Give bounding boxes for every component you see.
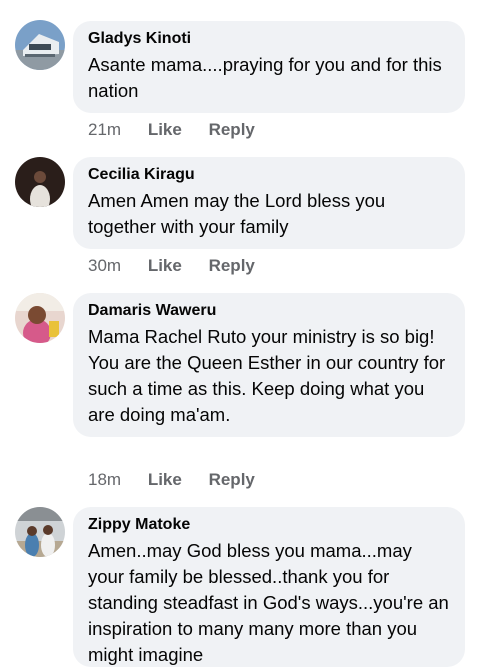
commenter-name[interactable]: Gladys Kinoti bbox=[88, 29, 450, 49]
commenter-name[interactable]: Zippy Matoke bbox=[88, 515, 450, 535]
comment-time[interactable]: 21m bbox=[88, 120, 121, 139]
avatar[interactable] bbox=[15, 20, 65, 70]
couple-photo-icon bbox=[15, 507, 65, 557]
comment-time[interactable]: 18m bbox=[88, 470, 121, 489]
child-photo-icon bbox=[15, 293, 65, 343]
comment-time[interactable]: 30m bbox=[88, 256, 121, 275]
comment-text: Amen Amen may the Lord bless you togethe… bbox=[88, 190, 391, 237]
reply-button[interactable]: Reply bbox=[209, 256, 255, 275]
reply-button[interactable]: Reply bbox=[209, 120, 255, 139]
comment-bubble: Zippy Matoke Amen..may God bless you mam… bbox=[73, 507, 465, 667]
comment-text: Asante mama....praying for you and for t… bbox=[88, 54, 447, 101]
comment-bubble: Damaris Waweru Mama Rachel Ruto your min… bbox=[73, 293, 465, 437]
like-button[interactable]: Like bbox=[148, 470, 182, 489]
person-dark-photo-icon bbox=[15, 157, 65, 207]
avatar[interactable] bbox=[15, 293, 65, 343]
comment-actions: 18m Like Reply bbox=[88, 470, 277, 490]
comment-text: Mama Rachel Ruto your ministry is so big… bbox=[88, 326, 446, 425]
avatar[interactable] bbox=[15, 507, 65, 557]
commenter-name[interactable]: Damaris Waweru bbox=[88, 301, 450, 321]
commenter-name[interactable]: Cecilia Kiragu bbox=[88, 165, 450, 185]
comment-bubble: Gladys Kinoti Asante mama....praying for… bbox=[73, 21, 465, 113]
reply-button[interactable]: Reply bbox=[209, 470, 255, 489]
comment-actions: 21m Like Reply bbox=[88, 120, 277, 140]
comment-actions: 30m Like Reply bbox=[88, 256, 277, 276]
comment-bubble: Cecilia Kiragu Amen Amen may the Lord bl… bbox=[73, 157, 465, 249]
like-button[interactable]: Like bbox=[148, 256, 182, 275]
house-photo-icon bbox=[15, 20, 65, 70]
avatar[interactable] bbox=[15, 157, 65, 207]
like-button[interactable]: Like bbox=[148, 120, 182, 139]
